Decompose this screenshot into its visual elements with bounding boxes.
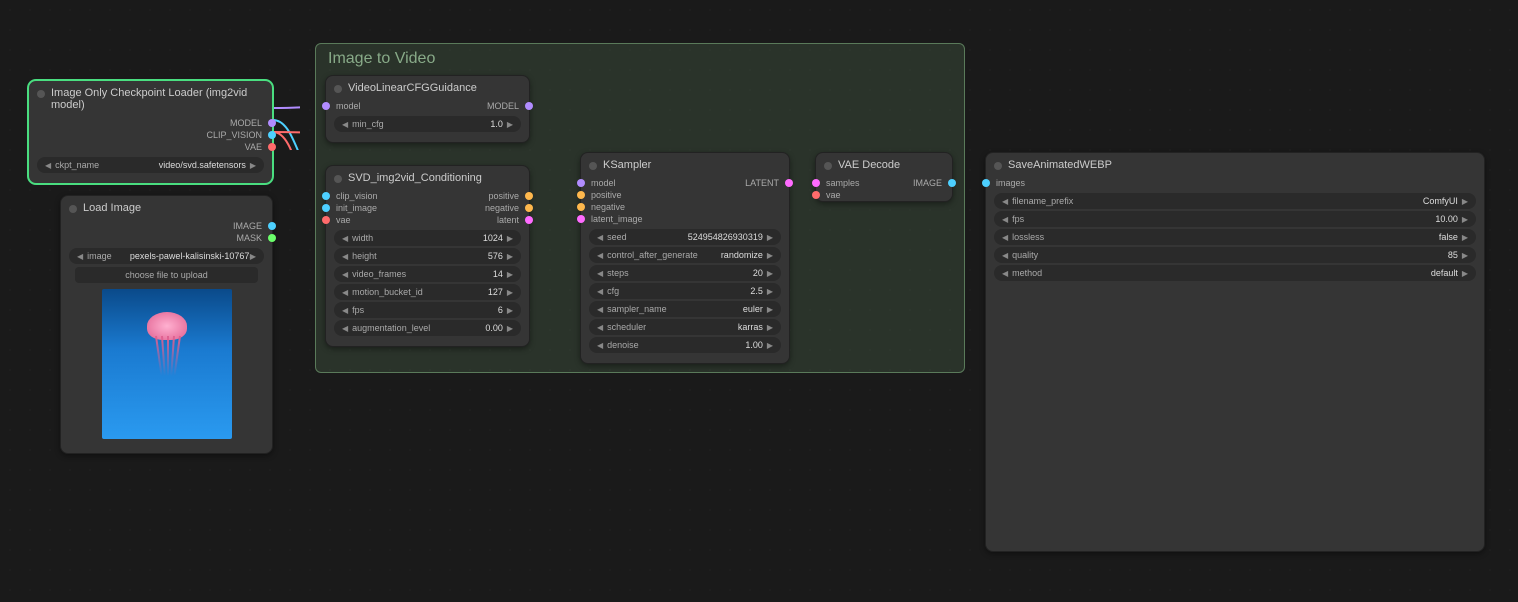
output-label: VAE bbox=[243, 142, 264, 152]
widget-control-after-generate[interactable]: ◀control_after_generaterandomize▶ bbox=[589, 247, 781, 263]
node-svd-conditioning[interactable]: SVD_img2vid_Conditioning clip_visionposi… bbox=[325, 165, 530, 347]
widget-motion-bucket-id[interactable]: ◀motion_bucket_id127▶ bbox=[334, 284, 521, 300]
port-latentimage-in[interactable] bbox=[577, 215, 585, 223]
output-label: CLIP_VISION bbox=[204, 130, 264, 140]
node-title: Load Image bbox=[61, 196, 272, 220]
node-checkpoint-loader[interactable]: Image Only Checkpoint Loader (img2vid mo… bbox=[28, 80, 273, 184]
node-title: SVD_img2vid_Conditioning bbox=[326, 166, 529, 190]
widget-seed[interactable]: ◀seed524954826930319▶ bbox=[589, 229, 781, 245]
widget-fps[interactable]: ◀fps6▶ bbox=[334, 302, 521, 318]
widget-augmentation-level[interactable]: ◀augmentation_level0.00▶ bbox=[334, 320, 521, 336]
arrow-right-icon[interactable]: ▶ bbox=[1462, 233, 1468, 242]
upload-button[interactable]: choose file to upload bbox=[75, 267, 258, 283]
arrow-right-icon[interactable]: ▶ bbox=[507, 288, 513, 297]
port-image-out[interactable] bbox=[948, 179, 956, 187]
port-samples-in[interactable] bbox=[812, 179, 820, 187]
arrow-right-icon[interactable]: ▶ bbox=[507, 234, 513, 243]
arrow-right-icon[interactable]: ▶ bbox=[250, 252, 256, 261]
node-title: SaveAnimatedWEBP bbox=[986, 153, 1484, 177]
widget-image[interactable]: ◀ image pexels-pawel-kalisinski-1076758 … bbox=[69, 248, 264, 264]
node-ksampler[interactable]: KSampler modelLATENT positive negative l… bbox=[580, 152, 790, 364]
widget-sampler-name[interactable]: ◀sampler_nameeuler▶ bbox=[589, 301, 781, 317]
port-image-out[interactable] bbox=[268, 222, 276, 230]
image-preview bbox=[102, 289, 232, 439]
arrow-right-icon[interactable]: ▶ bbox=[767, 341, 773, 350]
arrow-right-icon[interactable]: ▶ bbox=[507, 120, 513, 129]
widget-min-cfg[interactable]: ◀ min_cfg 1.0 ▶ bbox=[334, 116, 521, 132]
port-positive-out[interactable] bbox=[525, 192, 533, 200]
port-mask-out[interactable] bbox=[268, 234, 276, 242]
port-vae-in[interactable] bbox=[322, 216, 330, 224]
node-vae-decode[interactable]: VAE Decode samplesIMAGE vae bbox=[815, 152, 953, 202]
arrow-right-icon[interactable]: ▶ bbox=[767, 305, 773, 314]
arrow-right-icon[interactable]: ▶ bbox=[767, 269, 773, 278]
arrow-right-icon[interactable]: ▶ bbox=[507, 270, 513, 279]
port-negative-out[interactable] bbox=[525, 204, 533, 212]
port-model-in[interactable] bbox=[322, 102, 330, 110]
output-label: MODEL bbox=[485, 101, 521, 111]
port-images-in[interactable] bbox=[982, 179, 990, 187]
widget-ckpt-name[interactable]: ◀ ckpt_name video/svd.safetensors ▶ bbox=[37, 157, 264, 173]
node-title: VideoLinearCFGGuidance bbox=[326, 76, 529, 100]
arrow-right-icon[interactable]: ▶ bbox=[250, 161, 256, 170]
output-label: MODEL bbox=[228, 118, 264, 128]
widget-width[interactable]: ◀width1024▶ bbox=[334, 230, 521, 246]
output-label: IMAGE bbox=[231, 221, 264, 231]
widget-cfg[interactable]: ◀cfg2.5▶ bbox=[589, 283, 781, 299]
arrow-right-icon[interactable]: ▶ bbox=[507, 306, 513, 315]
widget-quality[interactable]: ◀quality85▶ bbox=[994, 247, 1476, 263]
arrow-right-icon[interactable]: ▶ bbox=[767, 251, 773, 260]
arrow-right-icon[interactable]: ▶ bbox=[1462, 215, 1468, 224]
widget-lossless[interactable]: ◀losslessfalse▶ bbox=[994, 229, 1476, 245]
input-label: model bbox=[334, 101, 363, 111]
widget-height[interactable]: ◀height576▶ bbox=[334, 248, 521, 264]
node-title: KSampler bbox=[581, 153, 789, 177]
widget-method[interactable]: ◀methoddefault▶ bbox=[994, 265, 1476, 281]
widget-fps[interactable]: ◀fps10.00▶ bbox=[994, 211, 1476, 227]
node-title: VAE Decode bbox=[816, 153, 952, 177]
output-label: MASK bbox=[234, 233, 264, 243]
arrow-right-icon[interactable]: ▶ bbox=[507, 252, 513, 261]
widget-scheduler[interactable]: ◀schedulerkarras▶ bbox=[589, 319, 781, 335]
port-model-out[interactable] bbox=[268, 119, 276, 127]
arrow-right-icon[interactable]: ▶ bbox=[767, 287, 773, 296]
port-latent-out[interactable] bbox=[785, 179, 793, 187]
port-model-in[interactable] bbox=[577, 179, 585, 187]
group-title: Image to Video bbox=[316, 44, 964, 74]
arrow-right-icon[interactable]: ▶ bbox=[1462, 197, 1468, 206]
widget-video-frames[interactable]: ◀video_frames14▶ bbox=[334, 266, 521, 282]
port-clipvision-out[interactable] bbox=[268, 131, 276, 139]
port-vae-in[interactable] bbox=[812, 191, 820, 199]
node-title: Image Only Checkpoint Loader (img2vid mo… bbox=[29, 81, 272, 117]
port-vae-out[interactable] bbox=[268, 143, 276, 151]
node-load-image[interactable]: Load Image IMAGE MASK ◀ image pexels-paw… bbox=[60, 195, 273, 454]
port-negative-in[interactable] bbox=[577, 203, 585, 211]
port-model-out[interactable] bbox=[525, 102, 533, 110]
port-positive-in[interactable] bbox=[577, 191, 585, 199]
widget-steps[interactable]: ◀steps20▶ bbox=[589, 265, 781, 281]
node-cfg-guidance[interactable]: VideoLinearCFGGuidance model MODEL ◀ min… bbox=[325, 75, 530, 143]
widget-denoise[interactable]: ◀denoise1.00▶ bbox=[589, 337, 781, 353]
port-latent-out[interactable] bbox=[525, 216, 533, 224]
widget-filename-prefix[interactable]: ◀filename_prefixComfyUI▶ bbox=[994, 193, 1476, 209]
arrow-right-icon[interactable]: ▶ bbox=[507, 324, 513, 333]
arrow-right-icon[interactable]: ▶ bbox=[767, 233, 773, 242]
arrow-right-icon[interactable]: ▶ bbox=[1462, 269, 1468, 278]
arrow-right-icon[interactable]: ▶ bbox=[767, 323, 773, 332]
port-clipvision-in[interactable] bbox=[322, 192, 330, 200]
port-initimage-in[interactable] bbox=[322, 204, 330, 212]
node-save-webp[interactable]: SaveAnimatedWEBP images ◀filename_prefix… bbox=[985, 152, 1485, 552]
arrow-right-icon[interactable]: ▶ bbox=[1462, 251, 1468, 260]
